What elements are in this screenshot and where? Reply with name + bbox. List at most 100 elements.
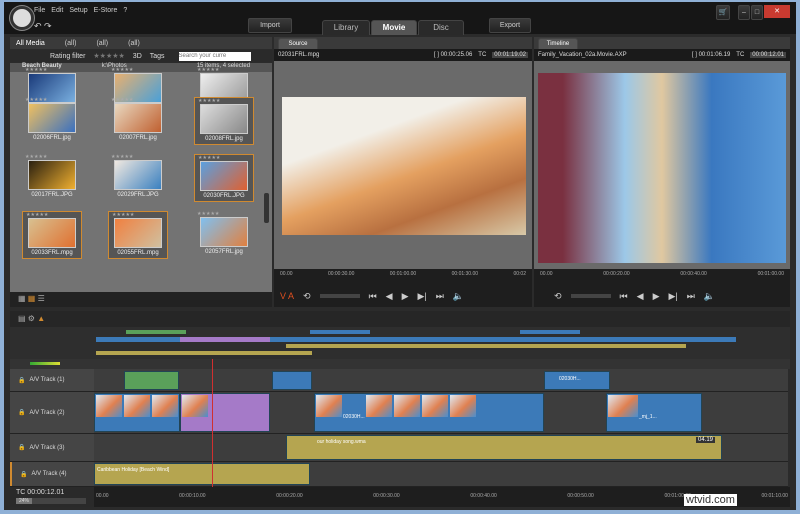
rating-stars[interactable]: ★★★★★ — [25, 97, 47, 103]
playhead[interactable] — [212, 359, 213, 487]
go-end-button[interactable]: ⏭ — [436, 291, 444, 302]
rating-stars[interactable]: ★★★★★ — [198, 155, 220, 161]
source-ruler[interactable]: 00.0000:00:30.0000:01:00.0000:01:30.0000… — [274, 269, 532, 285]
timeline-clip[interactable]: 02030H... — [544, 371, 610, 390]
rating-stars[interactable]: ★★★★★ — [25, 67, 47, 73]
library-item[interactable]: ★★★★★02029FRL.JPG — [108, 154, 168, 202]
tags-filter[interactable]: Tags — [150, 53, 165, 60]
rating-stars[interactable]: ★★★★★ — [25, 154, 47, 160]
lock-icon[interactable]: 🔒 — [18, 377, 25, 384]
volume-icon[interactable]: 🔈 — [453, 291, 464, 302]
library-grid: Beach Beauty k:\Photos 15 items, 4 selec… — [10, 63, 272, 292]
menu-edit[interactable]: Edit — [51, 7, 63, 14]
tab-timeline[interactable]: Timeline — [538, 38, 578, 49]
search-input[interactable] — [179, 52, 251, 61]
rating-stars[interactable]: ★★★★★ — [197, 211, 219, 217]
rating-stars[interactable]: ★★★★★ — [26, 212, 48, 218]
library-item[interactable]: ★★★★★02033FRL.mpg — [22, 211, 82, 259]
minimize-button[interactable]: – — [738, 5, 750, 20]
title-bar: File Edit Setup E-Store ? ↶ ↷ Import Lib… — [4, 2, 796, 34]
rating-stars[interactable]: ★★★★★ — [112, 212, 134, 218]
rating-stars[interactable]: ★★★★★ — [111, 154, 133, 160]
library-item[interactable]: ★★★★★02055FRL.mpg — [108, 211, 168, 259]
tab-movie[interactable]: Movie — [371, 20, 417, 35]
thumbnail — [200, 104, 248, 134]
preview-timecode[interactable]: 00:00:12.01 — [750, 52, 786, 58]
rating-stars[interactable]: ★★★★★ — [111, 97, 133, 103]
step-back-button[interactable]: ◀ — [386, 291, 393, 302]
library-item[interactable]: ★★★★★02006FRL.jpg — [22, 97, 82, 145]
track-name: A/V Track (4) — [31, 471, 66, 477]
filter-tab[interactable]: (all) — [96, 40, 108, 47]
preview-video-frame — [538, 73, 786, 263]
3d-filter[interactable]: 3D — [133, 53, 142, 60]
ruler-tick-label: 00:00:30.00 — [328, 271, 354, 283]
step-forward-button[interactable]: ▶| — [669, 291, 678, 302]
shuttle-slider[interactable] — [320, 294, 360, 298]
track-name: A/V Track (3) — [29, 445, 64, 451]
play-button[interactable]: ▶ — [402, 291, 409, 302]
rating-stars[interactable]: ★★★★★ — [198, 98, 220, 104]
zoom-level[interactable]: 24% — [16, 498, 32, 504]
menu-file[interactable]: File — [34, 7, 45, 14]
library-item[interactable]: ★★★★★02017FRL.JPG — [22, 154, 82, 202]
library-item[interactable]: ★★★★★02007FRL.jpg — [108, 97, 168, 145]
timeline-clip[interactable] — [94, 393, 180, 432]
go-start-button[interactable]: ⏮ — [369, 291, 377, 302]
go-start-button[interactable]: ⏮ — [620, 291, 628, 302]
rating-stars[interactable]: ★★★★★ — [111, 67, 133, 73]
import-button[interactable]: Import — [248, 18, 292, 33]
loop-icon[interactable]: ⟲ — [303, 291, 311, 302]
tab-source[interactable]: Source — [278, 38, 318, 49]
go-end-button[interactable]: ⏭ — [687, 291, 695, 302]
source-video-frame — [282, 97, 526, 235]
help-icon[interactable]: ? — [123, 7, 127, 14]
library-view-bar[interactable]: ▦ ▦ ☰ — [10, 292, 272, 307]
menu-estore[interactable]: E-Store — [94, 7, 118, 14]
timeline-timecode[interactable]: 00:00:12.01 — [27, 489, 64, 496]
library-scrollbar[interactable] — [264, 193, 269, 223]
video-audio-toggle[interactable]: V A — [280, 291, 294, 301]
maximize-button[interactable]: □ — [751, 5, 763, 20]
lock-icon[interactable]: 🔒 — [18, 409, 25, 416]
timeline-navigator[interactable] — [10, 327, 790, 359]
tab-library[interactable]: Library — [322, 20, 370, 35]
filter-tab[interactable]: (all) — [65, 40, 77, 47]
library-item[interactable]: ★★★★★02057FRL.jpg — [194, 211, 254, 259]
volume-icon[interactable]: 🔈 — [704, 291, 715, 302]
cart-icon[interactable]: 🛒 — [716, 5, 730, 20]
lock-icon[interactable]: 🔒 — [18, 444, 25, 451]
library-item[interactable]: ★★★★★02008FRL.jpg — [194, 97, 254, 145]
timeline-clip[interactable]: _mj_1... — [606, 393, 702, 432]
audio-clip[interactable]: our holiday song.wma — [286, 435, 722, 460]
timeline-clip[interactable]: 02030H... — [314, 393, 544, 432]
loop-icon[interactable]: ⟲ — [554, 291, 562, 302]
close-button[interactable]: ✕ — [764, 5, 790, 18]
undo-redo[interactable]: ↶ ↷ — [34, 21, 52, 32]
lock-icon[interactable]: 🔒 — [20, 471, 27, 478]
tab-disc[interactable]: Disc — [418, 20, 464, 35]
audio-clip[interactable]: Caribbean Holiday [Beach Wind] — [94, 463, 310, 485]
shuttle-slider[interactable] — [571, 294, 611, 298]
menu-setup[interactable]: Setup — [69, 7, 87, 14]
timeline-clip[interactable] — [124, 371, 179, 390]
step-back-button[interactable]: ◀ — [637, 291, 644, 302]
ruler-tick-label: 00:00:20.00 — [603, 271, 629, 283]
timeline-clip[interactable] — [272, 371, 312, 390]
step-forward-button[interactable]: ▶| — [418, 291, 427, 302]
export-button[interactable]: Export — [489, 18, 531, 33]
filter-tab[interactable]: (all) — [128, 40, 140, 47]
play-button[interactable]: ▶ — [653, 291, 660, 302]
timeline-toolbar[interactable]: ▤ ⚙ ▲ — [10, 311, 790, 327]
timeline-clip[interactable] — [180, 393, 270, 432]
rating-filter-stars[interactable]: ★★★★★ — [93, 52, 124, 60]
tab-all-media[interactable]: All Media — [16, 40, 45, 47]
rating-stars[interactable]: ★★★★★ — [197, 67, 219, 73]
project-file: Family_Vacation_02a.Movie.AXP — [538, 52, 686, 58]
preview-ruler[interactable]: 00.0000:00:20.0000:00:40.0000:01:00.00 — [534, 269, 790, 285]
library-item[interactable]: ★★★★★02030FRL.JPG — [194, 154, 254, 202]
ruler-tick-label: 00:01:30.00 — [452, 271, 478, 283]
source-timecode[interactable]: 00:01:19.02 — [492, 52, 528, 58]
thumbnail — [200, 217, 248, 247]
master-track — [10, 359, 790, 369]
